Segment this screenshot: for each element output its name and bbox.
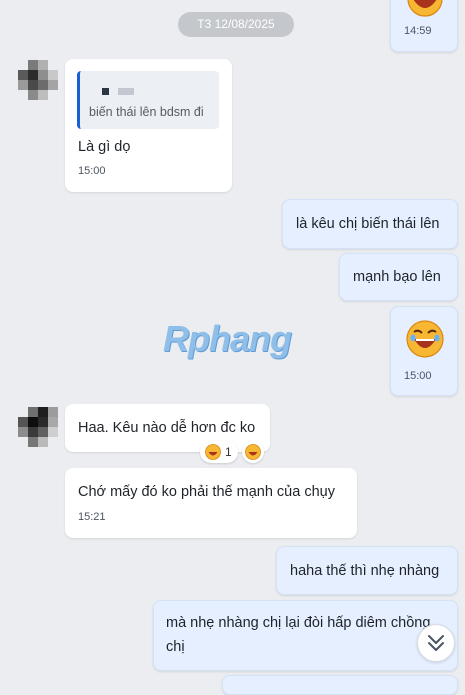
quoted-message[interactable]: biến thái lên bdsm đi [77, 71, 219, 129]
outgoing-message[interactable]: haha thế thì nhẹ nhàng [276, 546, 458, 595]
message-text: mạnh bạo lên [353, 269, 441, 285]
message-text: haha thế thì nhẹ nhàng [290, 563, 440, 579]
laughing-emoji-icon [407, 0, 443, 17]
quoted-text: biến thái lên bdsm đi [89, 105, 204, 119]
laughing-emoji-icon [245, 444, 261, 460]
date-separator: T3 12/08/2025 [178, 12, 294, 37]
message-time: 15:00 [78, 165, 106, 177]
outgoing-message[interactable]: mà nhẹ nhàng chị lại đòi hấp diêm chồng … [153, 600, 458, 671]
double-chevron-down-icon [428, 635, 444, 651]
reaction-summary[interactable]: 1 [200, 441, 238, 463]
message-text-line-1: mà nhẹ nhàng chị lại đòi hấp diêm chồng [166, 615, 431, 631]
incoming-message[interactable]: Haa. Kêu nào dễ hơn đc ko [65, 404, 270, 452]
message-time: 15:00 [404, 370, 432, 382]
reaction-count: 1 [225, 445, 232, 459]
contact-avatar[interactable] [14, 58, 62, 106]
incoming-message-with-quote[interactable]: biến thái lên bdsm đi Là gì dọ 15:00 [65, 59, 232, 192]
laughing-emoji-icon [406, 320, 444, 358]
message-time: 15:21 [78, 511, 106, 523]
outgoing-emoji-message[interactable]: 15:00 [390, 306, 458, 396]
message-text: Haa. Kêu nào dễ hơn đc ko [78, 420, 256, 436]
outgoing-message[interactable]: mạnh bạo lên [339, 253, 458, 301]
add-reaction-button[interactable] [242, 441, 264, 463]
laughing-emoji-icon [205, 444, 221, 460]
message-text: là kêu chị biến thái lên [296, 216, 440, 232]
message-text-line-2: chị [166, 639, 185, 655]
message-time: 14:59 [404, 25, 432, 37]
quoted-sender-redacted [102, 88, 109, 95]
message-text: Chớ mấy đó ko phải thế mạnh của chụy [78, 484, 335, 500]
scroll-to-bottom-button[interactable] [417, 624, 455, 662]
incoming-message[interactable]: Chớ mấy đó ko phải thế mạnh của chụy 15:… [65, 468, 357, 538]
quoted-sender-redacted [118, 88, 134, 95]
watermark-logo: Rphang [163, 318, 292, 359]
outgoing-message[interactable] [222, 675, 458, 695]
outgoing-emoji-message[interactable]: 14:59 [390, 0, 458, 52]
outgoing-message[interactable]: là kêu chị biến thái lên [282, 199, 458, 249]
message-text: Là gì dọ [78, 139, 131, 155]
contact-avatar[interactable] [14, 405, 62, 453]
